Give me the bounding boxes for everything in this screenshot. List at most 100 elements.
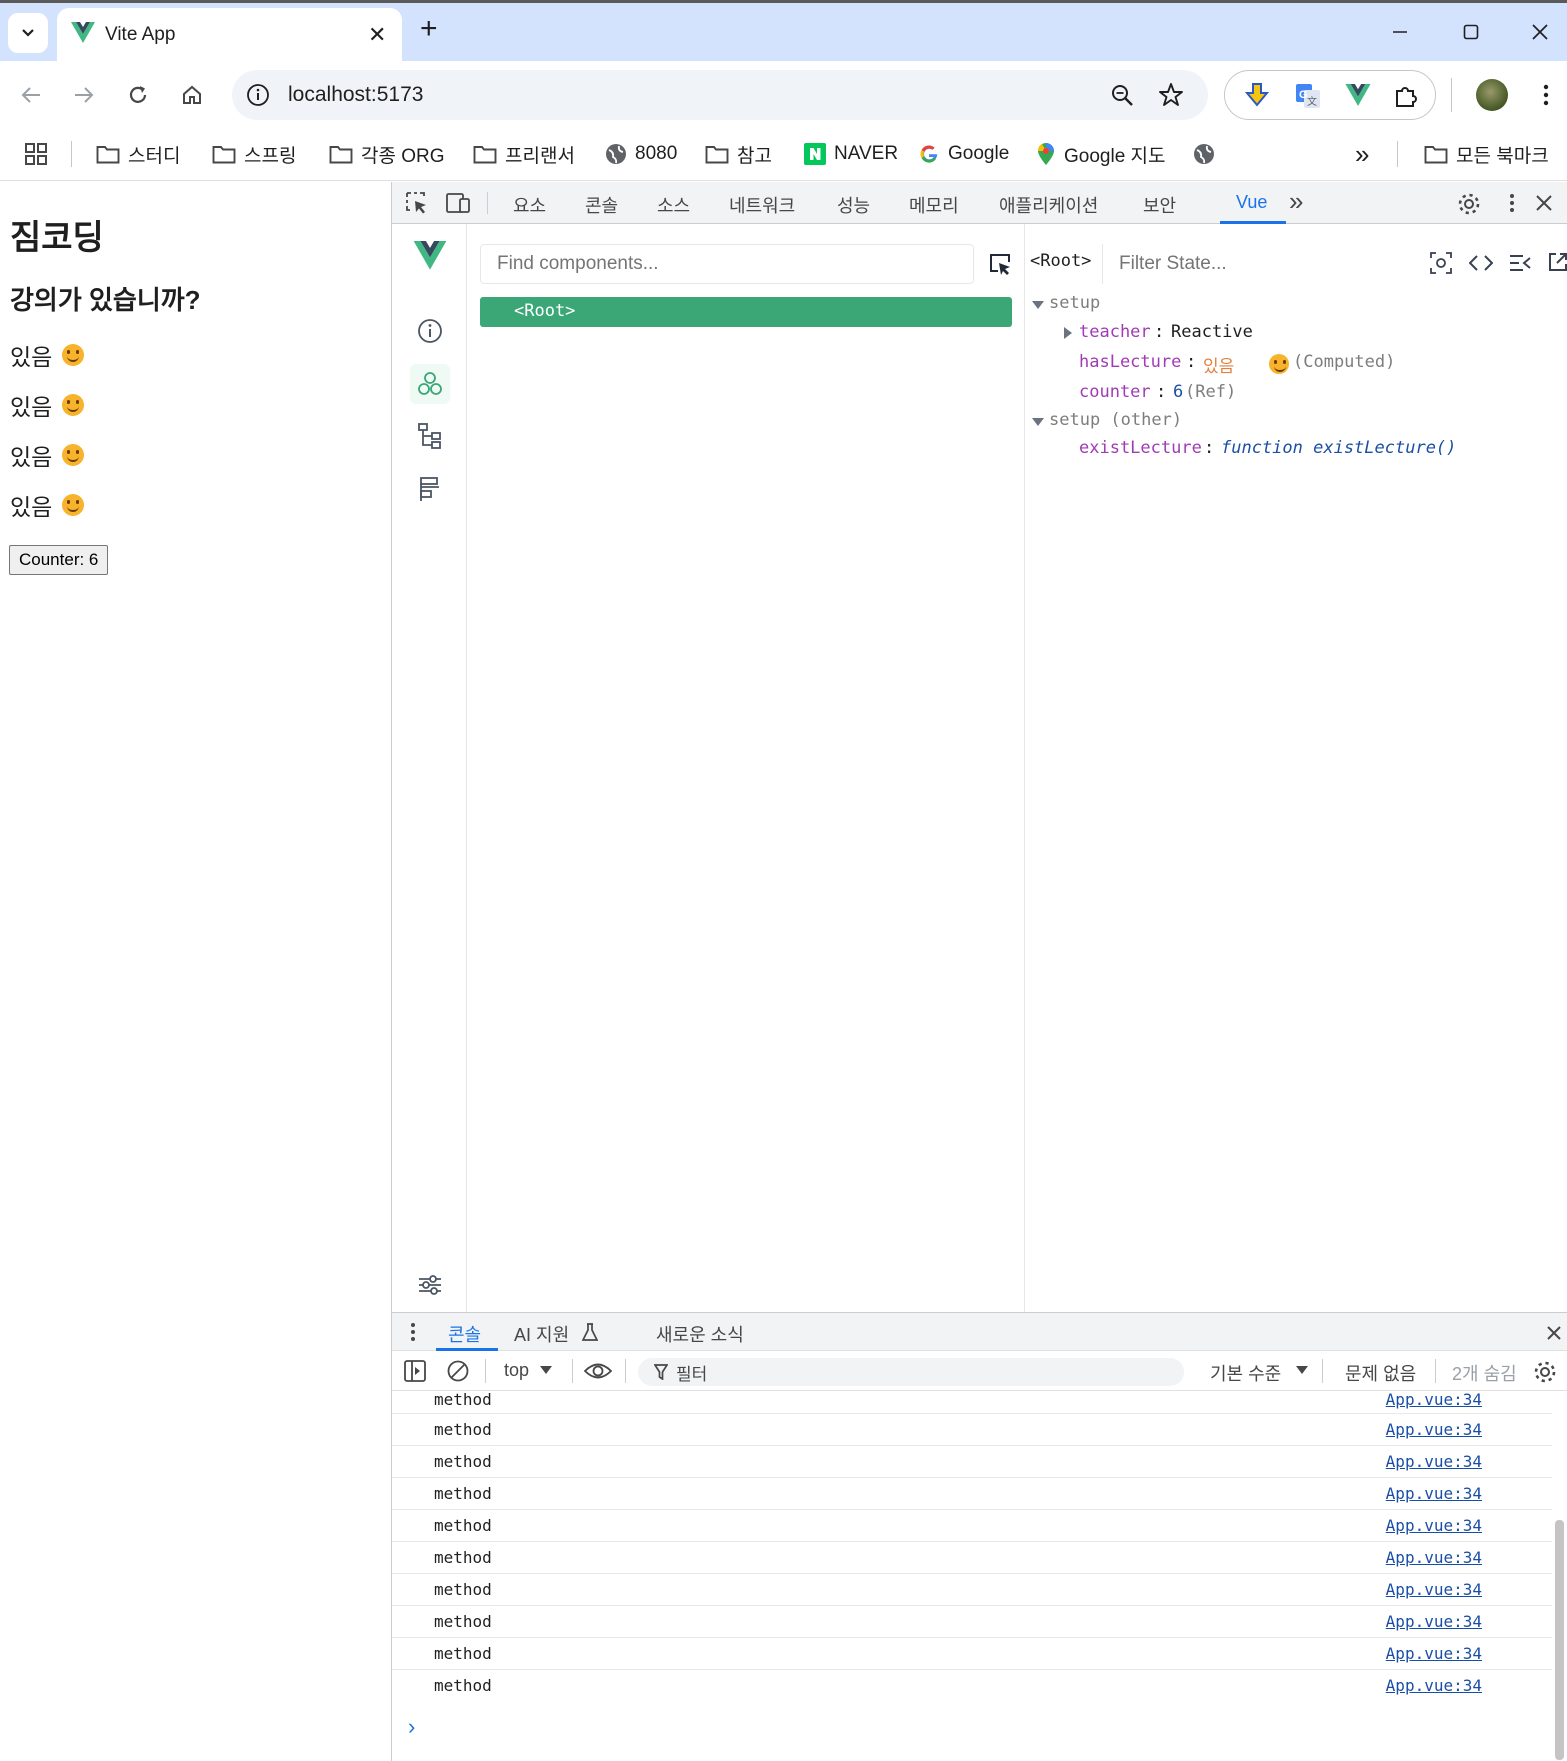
settings-gear-icon[interactable] (1457, 192, 1481, 216)
inspect-element-icon[interactable] (406, 192, 428, 214)
timeline-icon[interactable] (410, 469, 450, 509)
toolbar-divider (625, 1359, 626, 1383)
extensions-puzzle-icon[interactable] (1393, 83, 1419, 109)
translate-extension-icon[interactable]: G文 (1295, 83, 1321, 109)
console-source-link[interactable]: App.vue:34 (1386, 1676, 1482, 1695)
show-render-code-icon[interactable] (1469, 254, 1493, 272)
expand-triangle-icon[interactable] (1063, 327, 1073, 339)
components-icon[interactable] (410, 364, 450, 404)
bookmark-item[interactable] (1193, 139, 1215, 169)
bookmark-item[interactable]: 각종 ORG (329, 139, 445, 169)
bookmark-item[interactable]: Google 지도 (1036, 139, 1166, 169)
select-component-icon[interactable] (988, 252, 1012, 276)
filter-state-input[interactable] (1102, 244, 1412, 284)
bookmark-item[interactable]: 8080 (605, 139, 677, 169)
drawer-tab-console[interactable]: 콘솔 (448, 1321, 481, 1347)
new-tab-button[interactable]: + (420, 14, 438, 44)
back-button[interactable] (13, 77, 49, 113)
bookmark-item[interactable]: 스터디 (96, 139, 180, 169)
console-source-link[interactable]: App.vue:34 (1386, 1452, 1482, 1471)
issues-count[interactable]: 문제 없음 (1345, 1360, 1416, 1386)
counter-button[interactable]: Counter: 6 (9, 545, 109, 575)
settings-sliders-icon[interactable] (410, 1265, 450, 1305)
console-row: method App.vue:34 (392, 1670, 1552, 1702)
devtools-panel: 요소 콘솔 소스 네트워크 성능 메모리 애플리케이션 보안 Vue » Fin… (391, 182, 1567, 1761)
console-source-link[interactable]: App.vue:34 (1386, 1484, 1482, 1503)
component-tree-icon[interactable] (410, 416, 450, 456)
tab-elements[interactable]: 요소 (513, 192, 546, 218)
device-toolbar-icon[interactable] (446, 192, 470, 214)
tab-console[interactable]: 콘솔 (585, 192, 618, 218)
open-in-editor-icon[interactable] (1548, 252, 1567, 272)
close-window-button[interactable] (1520, 14, 1560, 50)
apps-button[interactable] (25, 139, 47, 169)
reload-button[interactable] (120, 77, 156, 113)
component-tree-root-row[interactable]: <Root> (480, 297, 1012, 327)
all-bookmarks-button[interactable]: 모든 북마크 (1424, 139, 1549, 169)
tab-close-icon[interactable]: ✕ (368, 22, 386, 48)
devtools-menu-icon[interactable] (1509, 193, 1515, 213)
download-extension-icon[interactable] (1245, 83, 1269, 109)
tab-performance[interactable]: 성능 (837, 192, 870, 218)
site-info-icon[interactable] (246, 83, 270, 107)
console-message: method (434, 1484, 492, 1503)
clear-console-icon[interactable] (447, 1360, 469, 1382)
log-levels-dropdown[interactable]: 기본 수준 (1210, 1360, 1281, 1386)
collapse-triangle-icon[interactable] (1032, 300, 1044, 310)
url-text[interactable]: localhost:5173 (288, 83, 423, 107)
close-drawer-icon[interactable] (1546, 1325, 1562, 1341)
console-scrollbar[interactable] (1555, 1520, 1564, 1760)
console-source-link[interactable]: App.vue:34 (1386, 1548, 1482, 1567)
home-button[interactable] (174, 77, 210, 113)
maximize-button[interactable] (1451, 14, 1491, 50)
minimize-button[interactable] (1380, 14, 1420, 50)
more-tabs-button[interactable]: » (1289, 186, 1303, 217)
tab-network[interactable]: 네트워크 (729, 192, 795, 218)
close-devtools-icon[interactable] (1535, 194, 1553, 212)
tab-application[interactable]: 애플리케이션 (999, 192, 1098, 218)
tab-security[interactable]: 보안 (1143, 192, 1176, 218)
bookmark-item[interactable]: Google (918, 139, 1009, 169)
console-source-link[interactable]: App.vue:34 (1386, 1516, 1482, 1535)
tab-memory[interactable]: 메모리 (909, 192, 959, 218)
console-source-link[interactable]: App.vue:34 (1386, 1612, 1482, 1631)
bookmark-item[interactable]: NAVER (804, 139, 898, 169)
scroll-to-component-icon[interactable] (1430, 252, 1452, 274)
sidebar-toggle-icon[interactable] (404, 1360, 426, 1382)
console-source-link[interactable]: App.vue:34 (1386, 1644, 1482, 1663)
context-selector[interactable]: top (504, 1360, 529, 1381)
drawer-tab-whats-new[interactable]: 새로운 소식 (656, 1321, 744, 1347)
live-expression-eye-icon[interactable] (584, 1360, 612, 1382)
console-source-link[interactable]: App.vue:34 (1386, 1580, 1482, 1599)
tab-sources[interactable]: 소스 (657, 192, 690, 218)
console-source-link[interactable]: App.vue:34 (1386, 1390, 1482, 1409)
console-settings-gear-icon[interactable] (1533, 1360, 1557, 1384)
profile-avatar[interactable] (1476, 79, 1508, 111)
app-info-icon[interactable] (410, 311, 450, 351)
bookmarks-overflow-button[interactable]: » (1355, 139, 1369, 169)
collapse-triangle-icon[interactable] (1032, 417, 1044, 427)
browser-tab[interactable]: Vite App ✕ (57, 8, 402, 61)
bookmark-item[interactable]: 스프링 (212, 139, 296, 169)
toolbar-divider (1435, 1359, 1436, 1383)
console-prompt[interactable]: › (408, 1714, 415, 1740)
console-message: method (434, 1516, 492, 1535)
drawer-tab-ai-assistance[interactable]: AI 지원 (514, 1321, 569, 1347)
bookmark-item[interactable]: 프리랜서 (473, 139, 575, 169)
bookmark-star-icon[interactable] (1158, 82, 1184, 108)
inspect-dom-icon[interactable] (1509, 254, 1531, 272)
console-source-link[interactable]: App.vue:34 (1386, 1420, 1482, 1439)
zoom-icon[interactable] (1110, 83, 1134, 107)
bookmark-item[interactable]: 참고 (705, 139, 772, 169)
console-filter-input[interactable]: 필터 (638, 1358, 1184, 1386)
drawer-menu-icon[interactable] (410, 1322, 416, 1342)
tab-divider (487, 192, 488, 214)
state-type-haslecture: (Computed) (1293, 352, 1396, 372)
chrome-menu-button[interactable] (1528, 77, 1564, 113)
tab-vue[interactable]: Vue (1236, 192, 1267, 213)
tab-search-button[interactable] (8, 13, 48, 53)
forward-button[interactable] (66, 77, 102, 113)
find-components-input[interactable] (480, 244, 974, 284)
address-bar[interactable]: localhost:5173 (232, 70, 1208, 120)
vue-devtools-extension-icon[interactable] (1345, 84, 1371, 107)
